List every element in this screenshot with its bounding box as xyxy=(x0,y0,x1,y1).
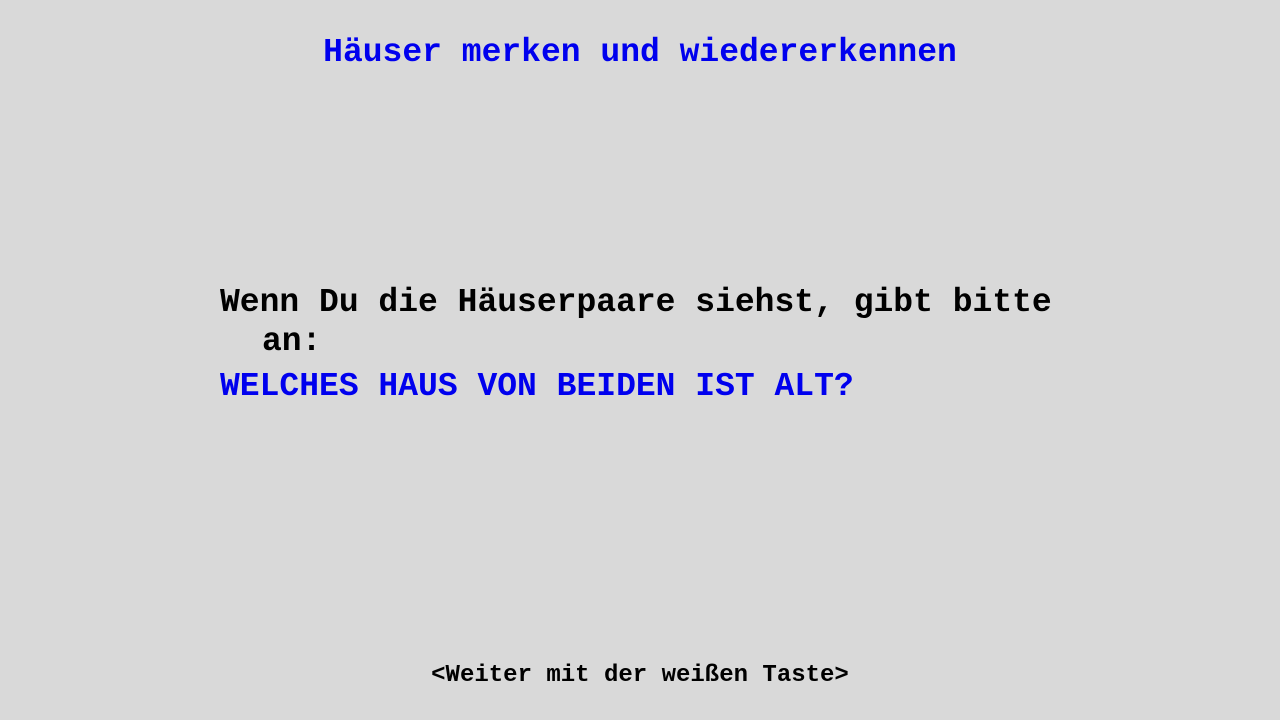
continue-hint: <Weiter mit der weißen Taste> xyxy=(431,662,849,689)
instruction-text: Wenn Du die Häuserpaare siehst, gibt bit… xyxy=(220,284,1052,360)
screen-title: Häuser merken und wiedererkennen xyxy=(323,34,957,71)
question-text: WELCHES HAUS VON BEIDEN IST ALT? xyxy=(220,368,854,405)
